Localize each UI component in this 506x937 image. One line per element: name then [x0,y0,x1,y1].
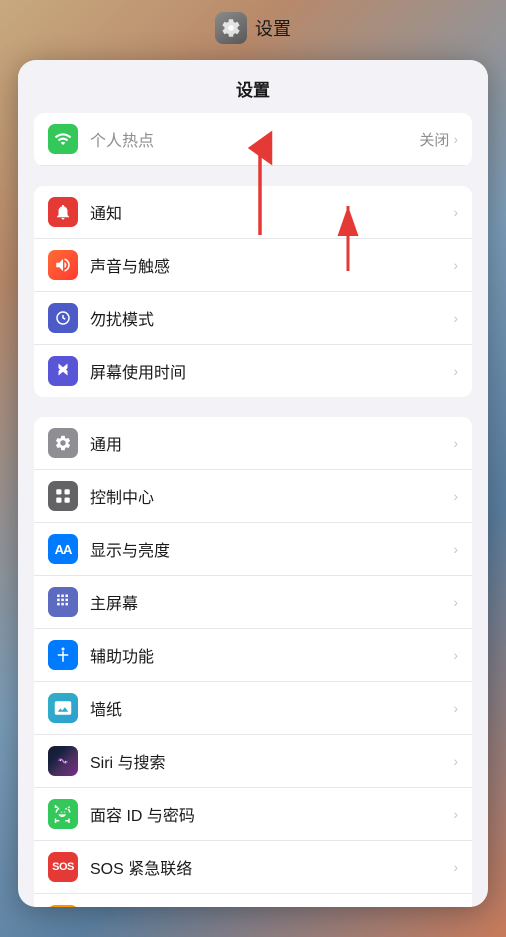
sound-label: 声音与触感 [90,253,453,277]
sos-label: SOS 紧急联络 [90,855,453,879]
wallpaper-item[interactable]: 墙纸 › [34,682,472,735]
sos-chevron: › [453,859,458,875]
status-bar [0,0,506,44]
hotspot-label: 个人热点 [90,127,419,151]
hotspot-item[interactable]: 个人热点 关闭 › [34,113,472,166]
general-item[interactable]: 通用 › [34,417,472,470]
sheet-title: 设置 [18,60,488,113]
hotspot-icon [48,124,78,154]
exposure-icon [48,905,78,907]
control-center-icon [48,481,78,511]
face-id-chevron: › [453,806,458,822]
control-center-label: 控制中心 [90,484,453,508]
sos-item[interactable]: SOS SOS 紧急联络 › [34,841,472,894]
sound-item[interactable]: 声音与触感 › [34,239,472,292]
sheet-container: 设置 个人热点 关闭 › [18,60,488,907]
general-chevron: › [453,435,458,451]
screen-time-item[interactable]: 屏幕使用时间 › [34,345,472,397]
screen-time-chevron: › [453,363,458,379]
siri-chevron: › [453,753,458,769]
screen-time-label: 屏幕使用时间 [90,359,453,383]
accessibility-label: 辅助功能 [90,643,453,667]
focus-label: 勿扰模式 [90,306,453,330]
control-center-chevron: › [453,488,458,504]
display-item[interactable]: AA 显示与亮度 › [34,523,472,576]
focus-icon [48,303,78,333]
notifications-item[interactable]: 通知 › [34,186,472,239]
face-id-icon [48,799,78,829]
wallpaper-label: 墙纸 [90,696,453,720]
home-screen-chevron: › [453,594,458,610]
face-id-item[interactable]: 面容 ID 与密码 › [34,788,472,841]
notifications-group: 通知 › 声音与触感 › 勿扰模式 › [34,186,472,397]
display-icon: AA [48,534,78,564]
siri-icon [48,746,78,776]
exposure-item[interactable]: 暴露通知 › [34,894,472,907]
general-icon [48,428,78,458]
notifications-chevron: › [453,204,458,220]
sound-chevron: › [453,257,458,273]
general-label: 通用 [90,431,453,455]
hotspot-chevron: › [453,131,458,147]
settings-list: 个人热点 关闭 › [18,113,488,907]
sound-icon [48,250,78,280]
general-group: 通用 › 控制中心 › AA 显示与亮度 › [34,417,472,907]
control-center-item[interactable]: 控制中心 › [34,470,472,523]
wallpaper-icon [48,693,78,723]
display-chevron: › [453,541,458,557]
hotspot-group: 个人热点 关闭 › [34,113,472,166]
wallpaper-chevron: › [453,700,458,716]
home-screen-icon [48,587,78,617]
accessibility-chevron: › [453,647,458,663]
screen-time-icon [48,356,78,386]
accessibility-icon [48,640,78,670]
face-id-label: 面容 ID 与密码 [90,802,453,826]
sos-icon: SOS [48,852,78,882]
hotspot-value: 关闭 [419,129,449,150]
notifications-label: 通知 [90,200,453,224]
siri-label: Siri 与搜索 [90,749,453,773]
focus-chevron: › [453,310,458,326]
home-screen-item[interactable]: 主屏幕 › [34,576,472,629]
accessibility-item[interactable]: 辅助功能 › [34,629,472,682]
siri-item[interactable]: Siri 与搜索 › [34,735,472,788]
notifications-icon [48,197,78,227]
home-screen-label: 主屏幕 [90,590,453,614]
focus-item[interactable]: 勿扰模式 › [34,292,472,345]
display-label: 显示与亮度 [90,537,453,561]
